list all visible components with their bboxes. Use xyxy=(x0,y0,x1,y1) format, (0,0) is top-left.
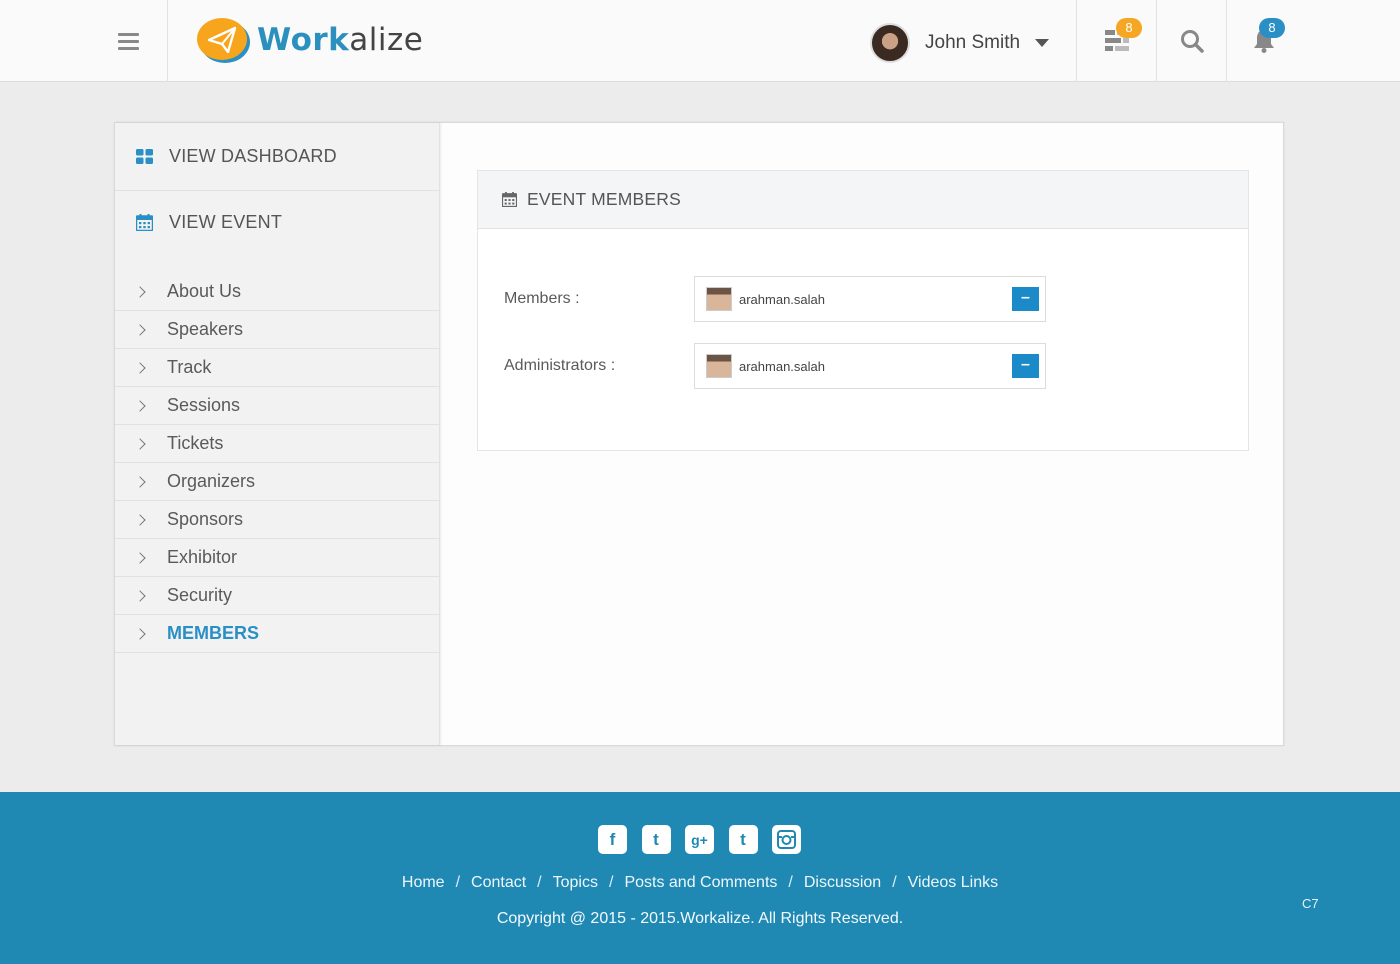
sidebar-item-organizers[interactable]: Organizers xyxy=(115,463,439,501)
sidebar-item-label: Track xyxy=(167,357,212,377)
user-avatar xyxy=(870,23,910,63)
card-header: EVENT MEMBERS xyxy=(478,171,1248,229)
dashboard-grid-icon xyxy=(136,149,153,164)
footer-link-discussion[interactable]: Discussion xyxy=(804,874,881,891)
sidebar-item-sponsors[interactable]: Sponsors xyxy=(115,501,439,539)
remove-admin-button[interactable]: – xyxy=(1012,354,1039,378)
sidebar-item-security[interactable]: Security xyxy=(115,577,439,615)
chevron-right-icon xyxy=(134,285,146,298)
sidebar-view-dashboard[interactable]: VIEW DASHBOARD xyxy=(115,123,439,191)
admin-username: arahman.salah xyxy=(739,358,825,374)
sidebar-item-label: Organizers xyxy=(167,471,256,491)
caret-down-icon xyxy=(1035,39,1050,47)
logo-text: Workalize xyxy=(257,22,424,58)
sidebar-top-label: VIEW EVENT xyxy=(169,211,283,232)
event-members-card: EVENT MEMBERS Members : arahman.salah – … xyxy=(477,170,1249,451)
chevron-right-icon xyxy=(134,361,146,374)
sidebar-item-exhibitor[interactable]: Exhibitor xyxy=(115,539,439,577)
tasks-button[interactable]: 8 xyxy=(1076,0,1156,82)
members-field[interactable]: arahman.salah – xyxy=(694,276,1046,322)
administrators-row: Administrators : arahman.salah – xyxy=(504,343,1046,389)
sidebar-item-speakers[interactable]: Speakers xyxy=(115,311,439,349)
tumblr-icon[interactable]: t xyxy=(728,825,758,854)
notifications-button[interactable]: 8 xyxy=(1226,0,1300,82)
main-panel: VIEW DASHBOARD VIEW EVENT About Us Speak… xyxy=(114,122,1284,746)
copyright: Copyright @ 2015 - 2015.Workalize. All R… xyxy=(496,910,904,927)
social-links: f t g+ t xyxy=(598,825,816,854)
user-avatar xyxy=(706,354,732,378)
calendar-icon xyxy=(136,213,153,231)
sidebar-item-label: MEMBERS xyxy=(167,623,260,643)
footer: f t g+ t Home / Contact / Topics / Posts and C… xyxy=(0,792,1400,964)
hamburger-icon xyxy=(118,32,139,50)
sidebar-item-label: Sessions xyxy=(167,395,241,415)
administrators-field[interactable]: arahman.salah – xyxy=(694,343,1046,389)
calendar-icon xyxy=(502,192,517,207)
search-button[interactable] xyxy=(1156,0,1226,82)
chevron-right-icon xyxy=(134,551,146,564)
instagram-icon[interactable] xyxy=(772,825,801,854)
chevron-right-icon xyxy=(134,513,146,526)
sidebar-top-label: VIEW DASHBOARD xyxy=(169,146,337,166)
sidebar-item-about-us[interactable]: About Us xyxy=(115,273,439,311)
search-icon xyxy=(1180,30,1204,53)
notifications-badge: 8 xyxy=(1259,18,1285,38)
chevron-right-icon xyxy=(134,323,146,336)
sidebar-item-label: Speakers xyxy=(167,319,244,339)
chevron-right-icon xyxy=(134,627,146,640)
tasks-badge: 8 xyxy=(1116,18,1142,38)
chevron-right-icon xyxy=(134,475,146,488)
member-username: arahman.salah xyxy=(739,291,825,307)
google-plus-icon[interactable]: g+ xyxy=(685,825,714,854)
sidebar-item-track[interactable]: Track xyxy=(115,349,439,387)
sidebar-item-sessions[interactable]: Sessions xyxy=(115,387,439,425)
chevron-right-icon xyxy=(134,399,146,412)
logo[interactable]: Workalize xyxy=(195,16,423,64)
user-name: John Smith xyxy=(925,32,1021,53)
chevron-right-icon xyxy=(134,589,146,602)
members-label: Members : xyxy=(504,290,580,307)
sidebar: VIEW DASHBOARD VIEW EVENT About Us Speak… xyxy=(115,123,440,745)
sidebar-item-tickets[interactable]: Tickets xyxy=(115,425,439,463)
user-menu[interactable]: John Smith xyxy=(870,23,1050,63)
footer-link-home[interactable]: Home xyxy=(402,874,445,891)
facebook-icon[interactable]: f xyxy=(598,825,627,854)
card-title: EVENT MEMBERS xyxy=(527,189,681,209)
administrators-label: Administrators : xyxy=(504,357,616,374)
paper-plane-logo-icon xyxy=(197,18,250,63)
footer-link-videos[interactable]: Videos Links xyxy=(908,874,998,891)
footer-link-posts[interactable]: Posts and Comments xyxy=(624,874,777,891)
sidebar-item-label: About Us xyxy=(167,281,242,301)
sidebar-view-event[interactable]: VIEW EVENT xyxy=(115,191,439,253)
sidebar-menu-list: About Us Speakers Track Sessions Tickets… xyxy=(115,273,439,653)
sidebar-item-label: Sponsors xyxy=(167,509,244,529)
sidebar-item-label: Exhibitor xyxy=(167,547,238,567)
top-header: Workalize John Smith 8 8 xyxy=(0,0,1400,82)
sidebar-item-label: Tickets xyxy=(167,433,224,453)
footer-link-contact[interactable]: Contact xyxy=(471,874,526,891)
menu-toggle-button[interactable] xyxy=(90,0,168,82)
members-row: Members : arahman.salah – xyxy=(504,276,1046,322)
footer-links: Home / Contact / Topics / Posts and Comments / D… xyxy=(401,874,999,891)
user-avatar xyxy=(706,287,732,311)
chevron-right-icon xyxy=(134,437,146,450)
footer-link-topics[interactable]: Topics xyxy=(553,874,598,891)
sidebar-item-label: Security xyxy=(167,585,233,605)
twitter-icon[interactable]: t xyxy=(641,825,671,854)
footer-code: C7 xyxy=(1302,896,1319,911)
remove-member-button[interactable]: – xyxy=(1012,287,1039,311)
sidebar-item-members[interactable]: MEMBERS xyxy=(115,615,439,653)
